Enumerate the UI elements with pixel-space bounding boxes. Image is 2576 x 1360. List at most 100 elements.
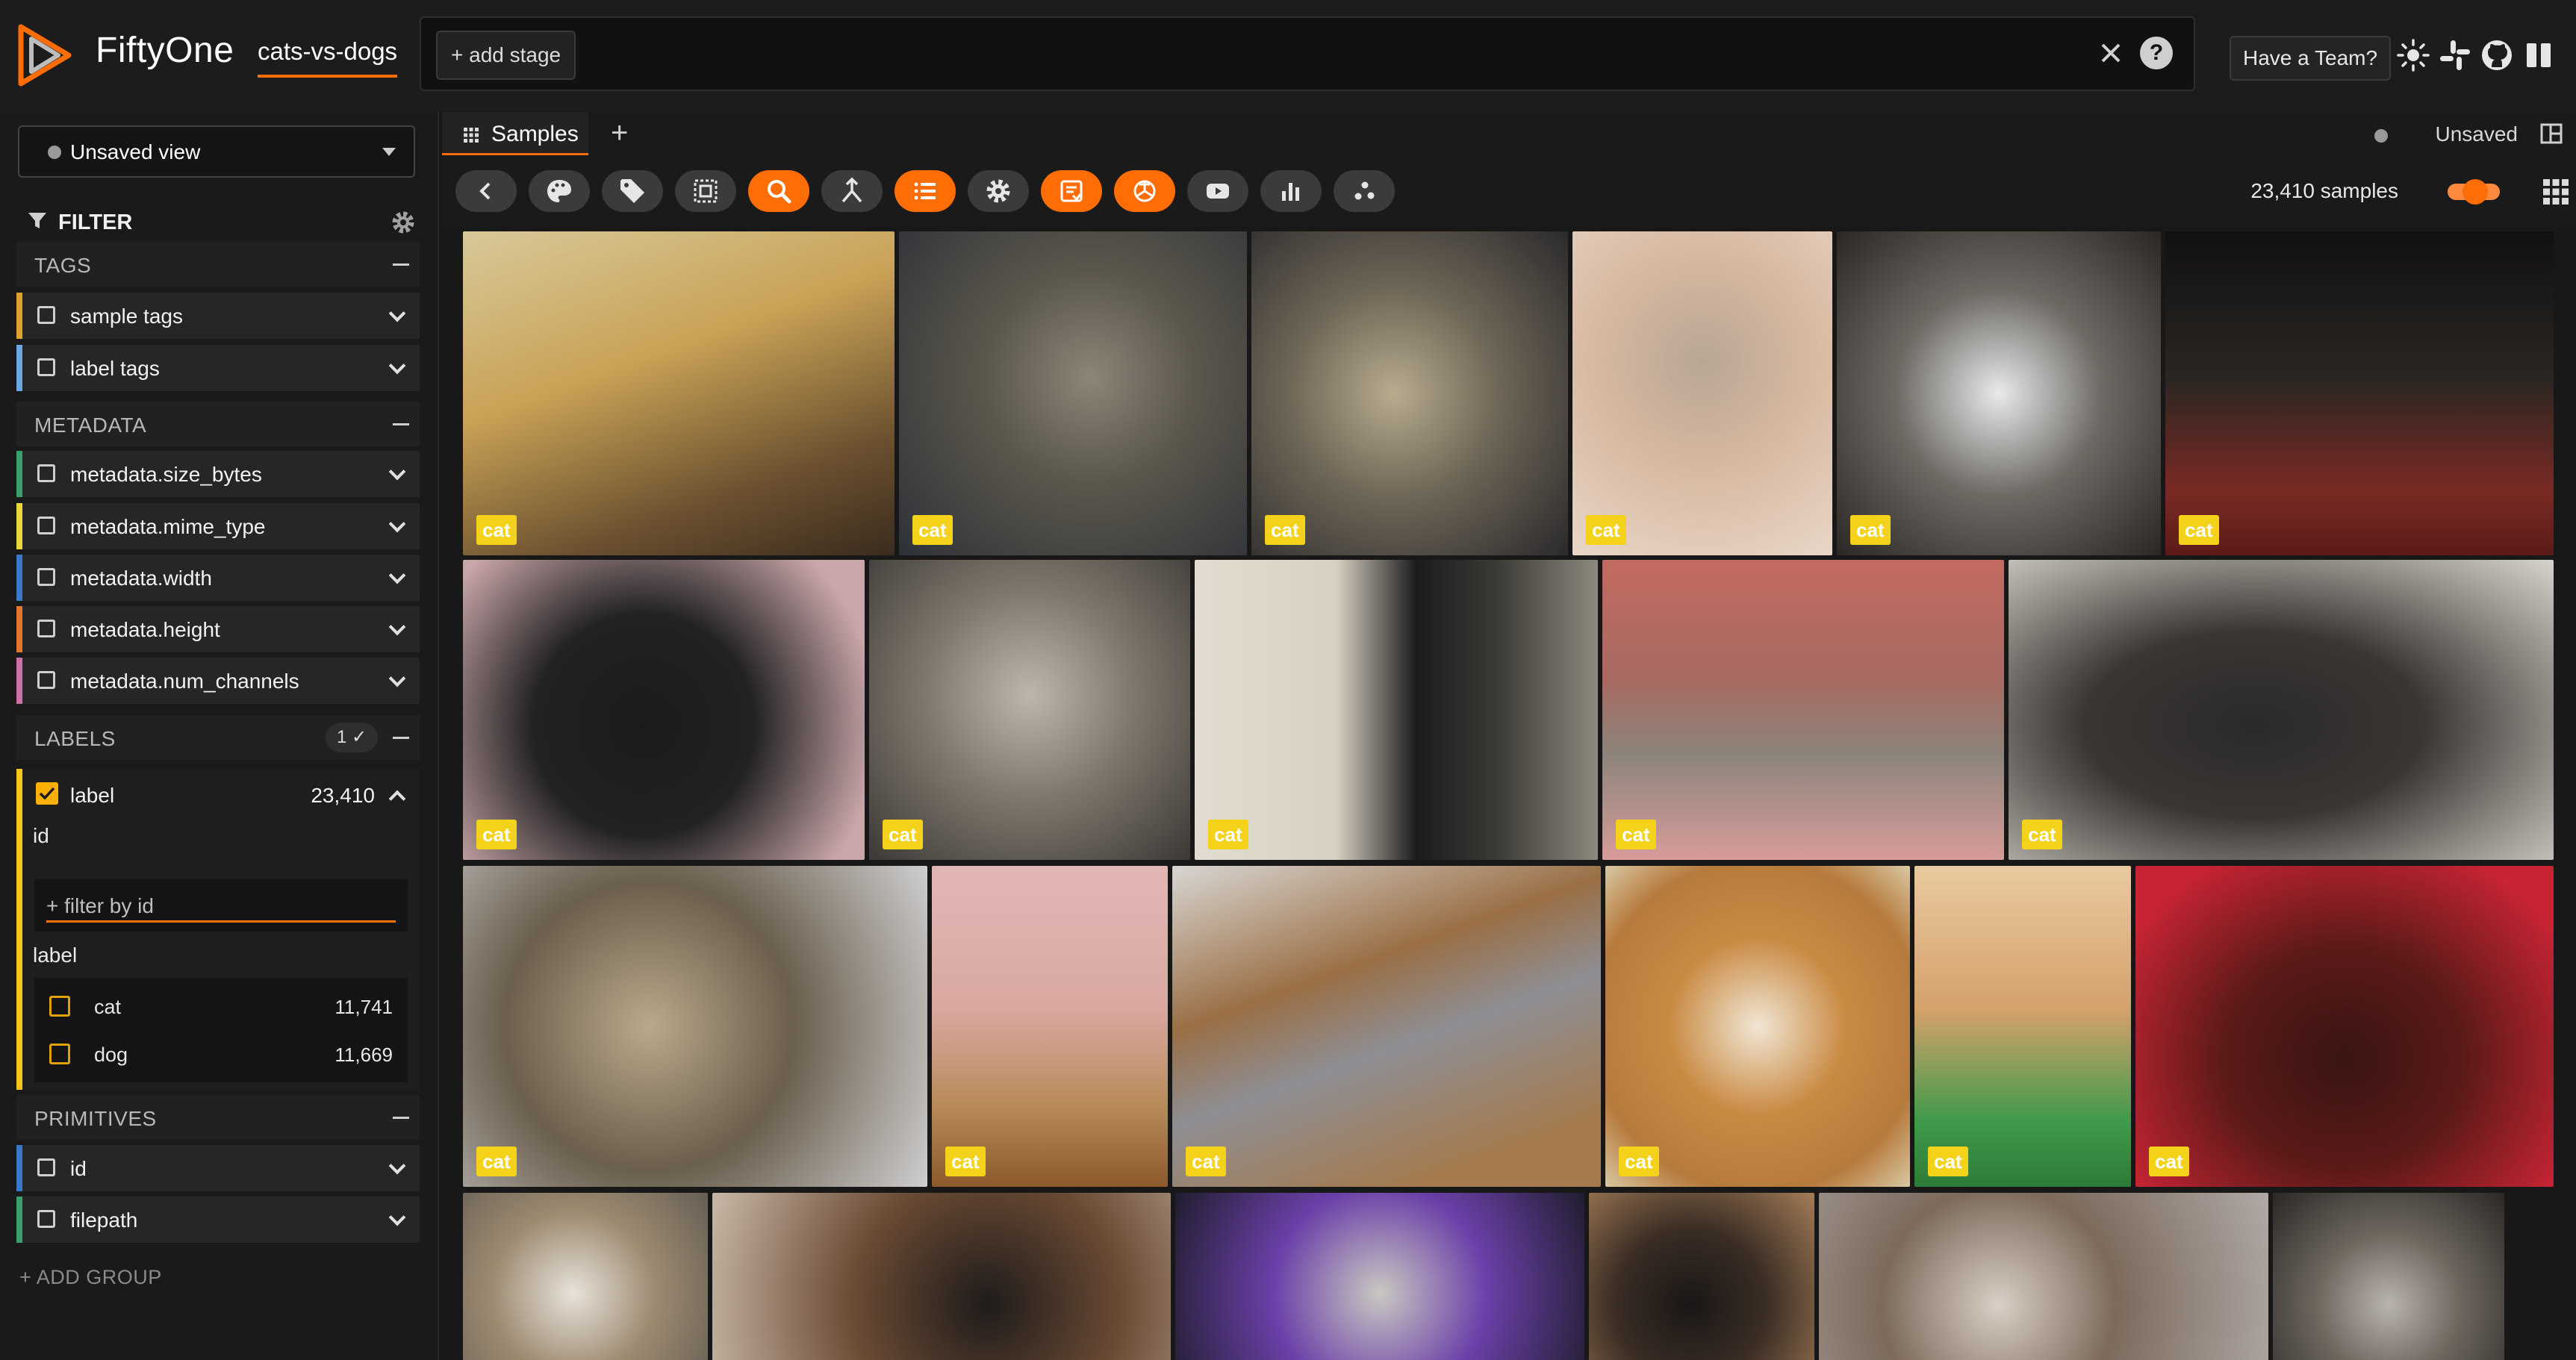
chevron-down-icon[interactable] [388,357,406,375]
collapse-icon[interactable] [393,263,409,266]
sample-tile[interactable]: cat [1914,866,2131,1187]
collapse-icon[interactable] [393,1117,409,1119]
tab-samples[interactable]: Samples [442,112,588,155]
chevron-down-icon[interactable] [388,618,406,636]
sample-tile[interactable]: cat [2165,231,2554,555]
group-tags[interactable]: TAGS [16,242,420,287]
similarity-search-button[interactable] [748,170,809,212]
patches-button[interactable] [675,170,736,212]
help-icon[interactable]: ? [2140,37,2173,69]
sample-tile[interactable]: cat [869,560,1190,860]
dataset-selector[interactable]: cats-vs-dogs [258,37,398,78]
sample-tile[interactable]: cat [899,231,1247,555]
sample-tile[interactable]: cat [463,231,895,555]
sample-tile[interactable]: cat [1172,866,1601,1187]
field-checkbox[interactable] [37,517,55,534]
gear-icon[interactable] [390,209,417,236]
grid-zoom-slider[interactable] [2448,179,2500,205]
sample-tile[interactable]: cat [2009,560,2554,860]
sample-tile[interactable] [1589,1193,1814,1360]
docs-book-icon[interactable] [2521,37,2557,73]
chevron-down-icon[interactable] [388,1208,406,1226]
value-checkbox[interactable] [49,1044,70,1064]
sample-tile[interactable]: cat [1837,231,2161,555]
have-a-team-button[interactable]: Have a Team? [2230,36,2392,81]
label-value-dog[interactable]: dog 11,669 [34,1032,408,1076]
field-metadata-mime-type[interactable]: metadata.mime_type [16,503,420,549]
group-metadata[interactable]: METADATA [16,402,420,446]
sample-tile[interactable]: cat [1195,560,1598,860]
video-plugin-button[interactable] [1187,170,1248,212]
grid-options-icon[interactable] [2542,178,2570,206]
sample-tile[interactable]: cat [1251,231,1568,555]
slack-icon[interactable] [2437,37,2473,73]
field-metadata-size-bytes[interactable]: metadata.size_bytes [16,451,420,497]
chevron-down-icon[interactable] [388,463,406,481]
color-scheme-button[interactable] [529,170,590,212]
field-sample-tags[interactable]: sample tags [16,293,420,339]
chevron-down-icon[interactable] [388,515,406,533]
openai-plugin-button[interactable] [1114,170,1175,212]
field-checkbox[interactable] [37,671,55,689]
value-checkbox[interactable] [49,996,70,1017]
github-icon[interactable] [2479,37,2515,73]
view-bar[interactable]: + add stage ? [420,16,2195,91]
field-checkbox-checked[interactable] [36,782,58,805]
histograms-button[interactable] [1260,170,1322,212]
theme-sun-icon[interactable] [2395,37,2431,73]
field-metadata-num-channels[interactable]: metadata.num_channels [16,658,420,704]
field-filepath[interactable]: filepath [16,1197,420,1243]
sample-grid[interactable]: cat cat cat cat cat cat cat cat cat cat … [463,231,2554,1360]
label-value-cat[interactable]: cat 11,741 [34,984,408,1029]
split-layout-icon[interactable] [2540,122,2563,145]
chevron-down-icon[interactable] [388,305,406,322]
field-metadata-height[interactable]: metadata.height [16,606,420,652]
field-checkbox[interactable] [37,306,55,324]
fiftyone-logo-icon[interactable] [13,21,76,90]
field-checkbox[interactable] [37,1210,55,1228]
close-icon[interactable] [2092,34,2129,72]
sample-tile[interactable] [1175,1193,1584,1360]
sample-tile[interactable] [712,1193,1171,1360]
field-metadata-width[interactable]: metadata.width [16,555,420,601]
saved-view-select[interactable]: Unsaved view [18,125,415,178]
chevron-down-icon[interactable] [388,567,406,584]
field-id[interactable]: id [16,1145,420,1191]
back-button[interactable] [455,170,517,212]
field-checkbox[interactable] [37,464,55,482]
group-labels[interactable]: LABELS 1 ✓ [16,715,420,760]
slider-handle[interactable] [2463,179,2488,205]
sort-list-button[interactable] [895,170,956,212]
chevron-down-icon[interactable] [388,670,406,687]
filter-by-id-input[interactable]: + filter by id [34,879,408,932]
sample-tile[interactable]: cat [1572,231,1832,555]
settings-button[interactable] [968,170,1029,212]
add-tab-button[interactable]: + [611,116,628,150]
group-primitives[interactable]: PRIMITIVES [16,1095,420,1140]
field-label-tags[interactable]: label tags [16,345,420,391]
field-checkbox[interactable] [37,620,55,637]
add-group-link[interactable]: + ADD GROUP [19,1266,162,1289]
collapse-icon[interactable] [393,737,409,739]
collapse-icon[interactable] [393,423,409,425]
labels-active-badge[interactable]: 1 ✓ [326,723,378,752]
sample-tile[interactable] [2273,1193,2504,1360]
sample-tile[interactable]: cat [932,866,1168,1187]
chevron-down-icon[interactable] [388,1157,406,1175]
sample-tile[interactable]: cat [2135,866,2554,1187]
sample-tile[interactable]: cat [1602,560,2004,860]
sample-tile[interactable]: cat [1605,866,1910,1187]
field-checkbox[interactable] [37,358,55,376]
add-stage-button[interactable]: + add stage [436,31,576,80]
operator-browser-button[interactable] [1041,170,1102,212]
sample-tile[interactable] [1819,1193,2268,1360]
sample-tile[interactable]: cat [463,560,865,860]
field-checkbox[interactable] [37,568,55,586]
split-button[interactable] [821,170,883,212]
sample-tile[interactable] [463,1193,708,1360]
embeddings-button[interactable] [1334,170,1395,212]
sample-tile[interactable]: cat [463,866,927,1187]
field-checkbox[interactable] [37,1158,55,1176]
tag-button[interactable] [602,170,663,212]
chevron-up-icon[interactable] [388,790,406,808]
